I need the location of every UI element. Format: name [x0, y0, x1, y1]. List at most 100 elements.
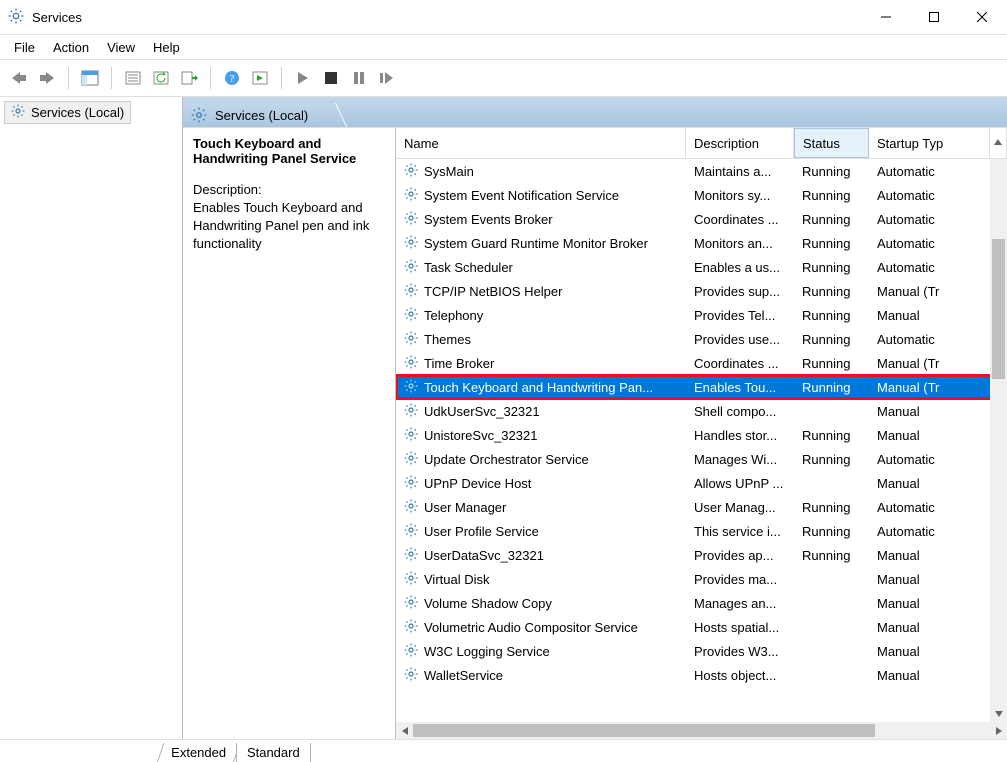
service-desc: Provides Tel... [686, 308, 794, 323]
titlebar: Services [0, 0, 1007, 35]
service-name: UPnP Device Host [424, 476, 531, 491]
service-row[interactable]: Update Orchestrator ServiceManages Wi...… [396, 447, 1007, 471]
help-button[interactable]: ? [219, 65, 245, 91]
service-row[interactable]: TelephonyProvides Tel...RunningManual [396, 303, 1007, 327]
service-row[interactable]: W3C Logging ServiceProvides W3...Manual [396, 639, 1007, 663]
service-row[interactable]: ThemesProvides use...RunningAutomatic [396, 327, 1007, 351]
start-service-button[interactable] [290, 65, 316, 91]
service-name: SysMain [424, 164, 474, 179]
list-body: SysMainMaintains a...RunningAutomaticSys… [396, 159, 1007, 739]
column-header-name[interactable]: Name [396, 128, 686, 158]
service-desc: Enables a us... [686, 260, 794, 275]
detail-pane: Touch Keyboard and Handwriting Panel Ser… [183, 128, 396, 739]
service-status: Running [794, 212, 869, 227]
service-row[interactable]: System Guard Runtime Monitor BrokerMonit… [396, 231, 1007, 255]
stop-service-button[interactable] [318, 65, 344, 91]
properties-button[interactable] [120, 65, 146, 91]
service-name: Time Broker [424, 356, 494, 371]
service-status: Running [794, 236, 869, 251]
service-name: Update Orchestrator Service [424, 452, 589, 467]
service-name: Touch Keyboard and Handwriting Pan... [424, 380, 653, 395]
service-startup: Manual (Tr [869, 380, 1007, 395]
menu-file[interactable]: File [14, 40, 35, 55]
service-status: Running [794, 284, 869, 299]
horizontal-scrollbar[interactable] [396, 722, 1007, 739]
tab-extended[interactable]: Extended [157, 743, 240, 762]
restart-service-button[interactable] [374, 65, 400, 91]
minimize-button[interactable] [863, 2, 909, 32]
service-row[interactable]: UnistoreSvc_32321Handles stor...RunningM… [396, 423, 1007, 447]
gear-icon [404, 259, 418, 276]
show-hide-tree-button[interactable] [77, 65, 103, 91]
service-row[interactable]: User ManagerUser Manag...RunningAutomati… [396, 495, 1007, 519]
service-row[interactable]: UdkUserSvc_32321Shell compo...Manual [396, 399, 1007, 423]
tab-standard[interactable]: Standard [236, 743, 311, 762]
service-row[interactable]: UserDataSvc_32321Provides ap...RunningMa… [396, 543, 1007, 567]
refresh-button[interactable] [148, 65, 174, 91]
menu-help[interactable]: Help [153, 40, 180, 55]
service-status: Running [794, 188, 869, 203]
export-list-button[interactable] [176, 65, 202, 91]
pause-service-button[interactable] [346, 65, 372, 91]
gear-icon [404, 547, 418, 564]
back-button[interactable] [6, 65, 32, 91]
forward-button[interactable] [34, 65, 60, 91]
column-header-startup[interactable]: Startup Typ [869, 128, 990, 158]
ribbon-tab-services-local: Services (Local) [183, 103, 322, 127]
column-header-scroll-up[interactable] [990, 128, 1007, 158]
service-name: User Manager [424, 500, 506, 515]
menubar: File Action View Help [0, 35, 1007, 60]
service-desc: Monitors an... [686, 236, 794, 251]
service-startup: Automatic [869, 260, 1007, 275]
service-startup: Manual [869, 596, 1007, 611]
service-desc: Coordinates ... [686, 212, 794, 227]
service-row[interactable]: System Event Notification ServiceMonitor… [396, 183, 1007, 207]
service-row[interactable]: User Profile ServiceThis service i...Run… [396, 519, 1007, 543]
service-row[interactable]: WalletServiceHosts object...Manual [396, 663, 1007, 687]
scroll-right-arrow[interactable] [990, 722, 1007, 739]
service-row[interactable]: Time BrokerCoordinates ...RunningManual … [396, 351, 1007, 375]
service-desc: Provides ma... [686, 572, 794, 587]
gear-icon [404, 475, 418, 492]
service-startup: Automatic [869, 212, 1007, 227]
gear-icon [404, 643, 418, 660]
service-startup: Automatic [869, 164, 1007, 179]
service-status: Running [794, 164, 869, 179]
service-row[interactable]: Touch Keyboard and Handwriting Pan... Ena… [396, 375, 1007, 399]
gear-icon [404, 427, 418, 444]
service-desc: Enables Tou... [686, 380, 794, 395]
scroll-down-arrow[interactable] [990, 705, 1007, 722]
service-row[interactable]: SysMainMaintains a...RunningAutomatic [396, 159, 1007, 183]
service-name: Themes [424, 332, 471, 347]
tree-node-services-local[interactable]: Services (Local) [4, 101, 131, 124]
service-row[interactable]: System Events BrokerCoordinates ...Runni… [396, 207, 1007, 231]
service-desc: Provides use... [686, 332, 794, 347]
maximize-button[interactable] [911, 2, 957, 32]
service-row[interactable]: Volumetric Audio Compositor ServiceHosts… [396, 615, 1007, 639]
service-status: Running [794, 332, 869, 347]
service-startup: Manual [869, 428, 1007, 443]
service-startup: Manual [869, 404, 1007, 419]
service-row[interactable]: Virtual DiskProvides ma...Manual [396, 567, 1007, 591]
service-status: Running [794, 548, 869, 563]
scroll-left-arrow[interactable] [396, 722, 413, 739]
service-desc: Provides sup... [686, 284, 794, 299]
service-desc: Allows UPnP ... [686, 476, 794, 491]
service-startup: Manual [869, 620, 1007, 635]
service-startup: Manual [869, 668, 1007, 683]
service-desc: Handles stor... [686, 428, 794, 443]
gear-icon [404, 403, 418, 420]
service-row[interactable]: TCP/IP NetBIOS HelperProvides sup...Runn… [396, 279, 1007, 303]
menu-view[interactable]: View [107, 40, 135, 55]
bottom-tabs: Extended Standard [0, 740, 1007, 762]
show-only-button[interactable] [247, 65, 273, 91]
service-row[interactable]: UPnP Device HostAllows UPnP ...Manual [396, 471, 1007, 495]
close-button[interactable] [959, 2, 1005, 32]
svg-text:?: ? [230, 73, 235, 85]
service-row[interactable]: Task SchedulerEnables a us...RunningAuto… [396, 255, 1007, 279]
column-header-status[interactable]: Status [794, 128, 869, 158]
menu-action[interactable]: Action [53, 40, 89, 55]
vertical-scrollbar[interactable] [990, 159, 1007, 722]
service-row[interactable]: Volume Shadow CopyManages an...Manual [396, 591, 1007, 615]
column-header-description[interactable]: Description [686, 128, 794, 158]
